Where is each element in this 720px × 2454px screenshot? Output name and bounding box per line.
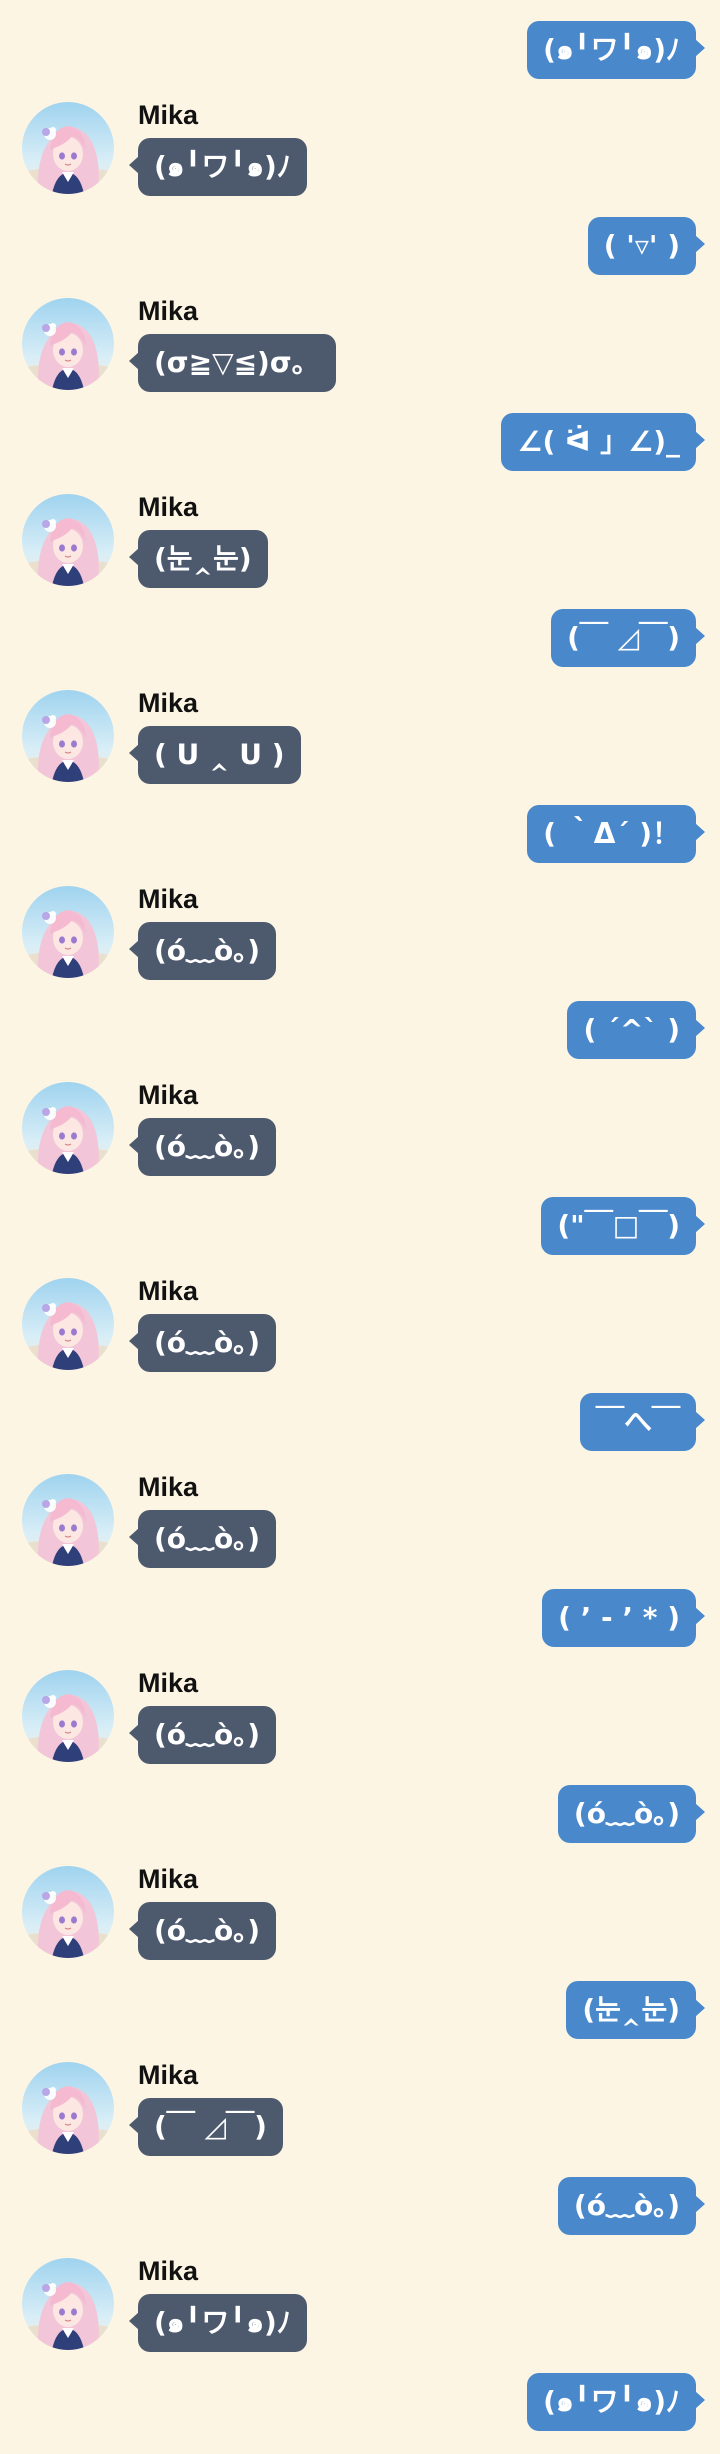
- sender-name: Mika: [138, 1864, 199, 1894]
- received-bubble: (눈‸눈): [129, 530, 268, 588]
- avatar[interactable]: [22, 494, 114, 586]
- received-bubble: ( ᑌ ‸ ᑌ ): [129, 726, 301, 784]
- avatar[interactable]: [22, 2258, 114, 2350]
- avatar[interactable]: [22, 102, 114, 194]
- sent-bubble: ( ’ - ’ * ): [542, 1589, 705, 1647]
- avatar[interactable]: [22, 2062, 114, 2154]
- sender-name: Mika: [138, 100, 199, 130]
- sent-bubble: ￣へ￣: [579, 1393, 706, 1451]
- received-bubble: (ó﹏ò｡): [128, 922, 277, 980]
- sender-name: Mika: [138, 688, 199, 718]
- sender-name: Mika: [138, 2060, 199, 2090]
- sender-name: Mika: [138, 296, 199, 326]
- received-bubble: (ó﹏ò｡): [128, 1902, 277, 1960]
- avatar[interactable]: [22, 690, 114, 782]
- received-bubble: (๑╹ワ╹๑)ﾉ: [129, 138, 307, 196]
- avatar[interactable]: [22, 298, 114, 390]
- sent-bubble: (눈‸눈): [566, 1981, 705, 2039]
- avatar[interactable]: [22, 1278, 114, 1370]
- sent-bubble: (￣ ◿￣): [551, 609, 705, 667]
- sender-name: Mika: [138, 884, 199, 914]
- avatar[interactable]: [22, 1082, 114, 1174]
- received-bubble: (ó﹏ò｡): [128, 1510, 277, 1568]
- received-bubble: (ó﹏ò｡): [128, 1706, 277, 1764]
- sender-name: Mika: [138, 1668, 199, 1698]
- sender-name: Mika: [138, 1080, 199, 1110]
- avatar[interactable]: [22, 1866, 114, 1958]
- received-bubble: (๑╹ワ╹๑)ﾉ: [129, 2294, 307, 2352]
- sent-bubble: ("￣□￣): [541, 1197, 705, 1255]
- sent-bubble: (ó﹏ò｡): [557, 1785, 706, 1843]
- avatar[interactable]: [22, 886, 114, 978]
- received-bubble: (ó﹏ò｡): [128, 1314, 277, 1372]
- sender-name: Mika: [138, 492, 199, 522]
- sender-name: Mika: [138, 2256, 199, 2286]
- sent-bubble: ( '▿' ): [587, 217, 706, 275]
- avatar[interactable]: [22, 1474, 114, 1566]
- sender-name: Mika: [138, 1472, 199, 1502]
- sender-name: Mika: [138, 1276, 199, 1306]
- sent-bubble: ( ｀Δ´ )！: [527, 805, 705, 863]
- received-bubble: (σ≧▽≦)σ。: [129, 334, 336, 392]
- received-bubble: (ó﹏ò｡): [128, 1118, 277, 1176]
- sent-bubble: (๑╹ワ╹๑)ﾉ: [527, 21, 705, 79]
- sent-bubble: ( ´^` ): [567, 1001, 705, 1059]
- avatar[interactable]: [22, 1670, 114, 1762]
- sent-bubble: (ó﹏ò｡): [557, 2177, 706, 2235]
- received-bubble: (￣ ◿￣): [129, 2098, 283, 2156]
- sent-bubble: (๑╹ワ╹๑)ﾉ: [527, 2373, 705, 2431]
- sent-bubble: ∠( ᐛ 」∠)_: [501, 413, 705, 471]
